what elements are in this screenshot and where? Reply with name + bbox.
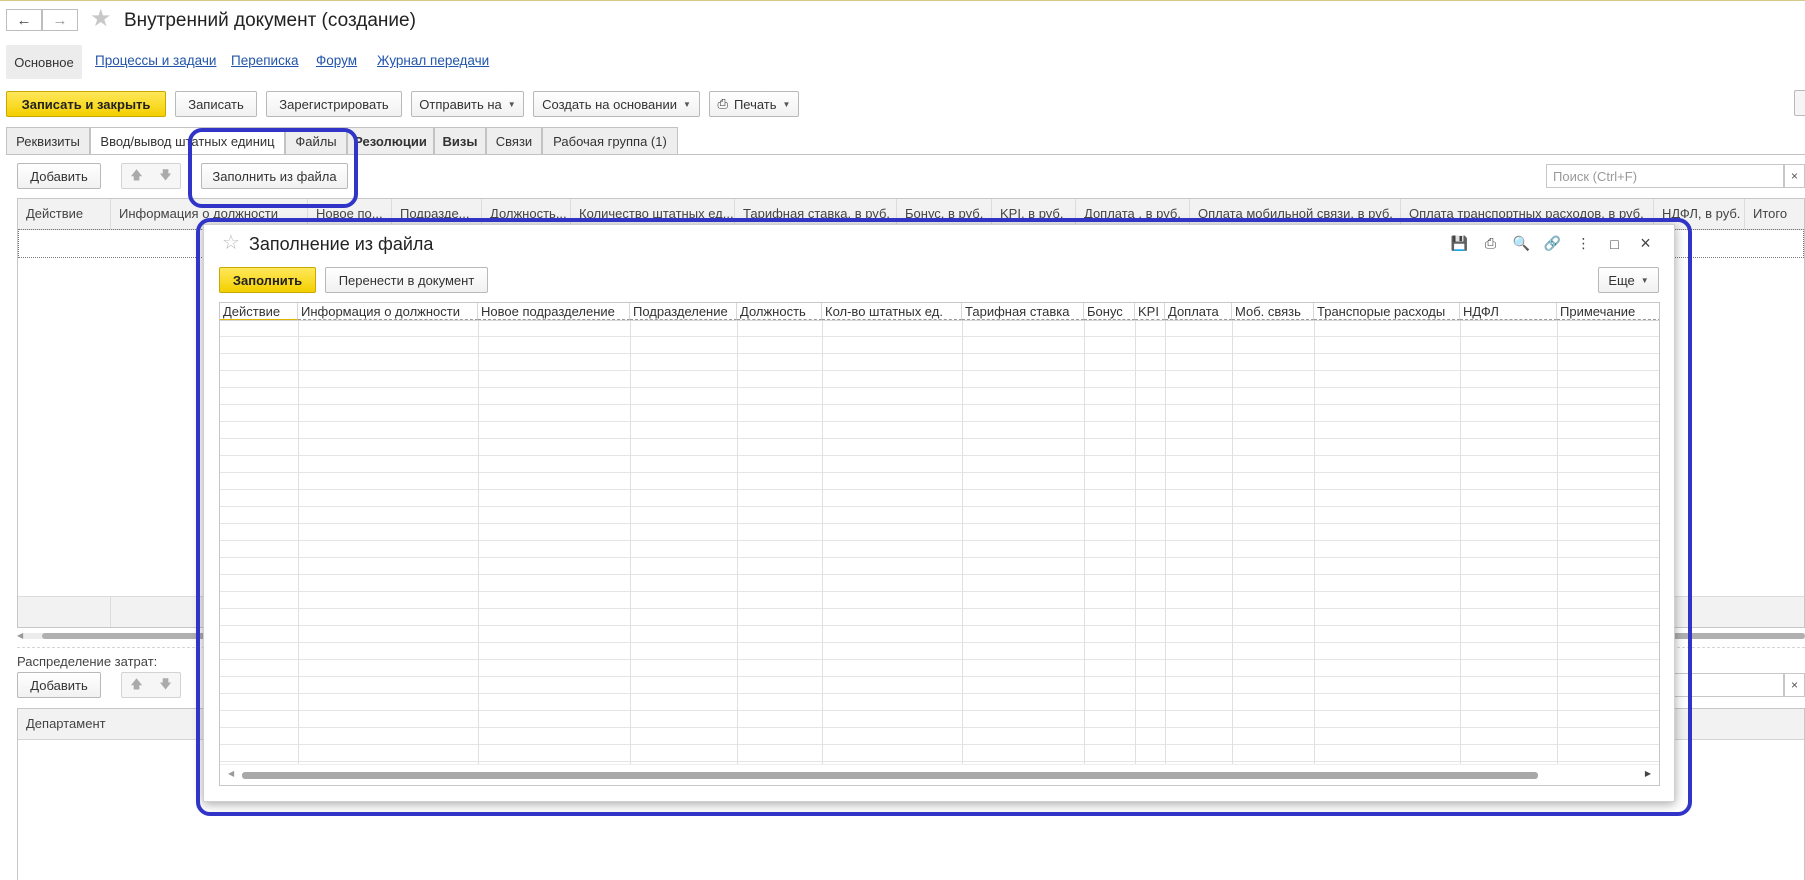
column-divider (1460, 303, 1461, 766)
star-icon[interactable]: ☆ (222, 233, 240, 253)
column-header[interactable]: Бонус (1084, 303, 1135, 320)
column-divider (630, 303, 631, 766)
column-header[interactable]: KPI (1135, 303, 1165, 320)
column-header[interactable]: Информация о должности (298, 303, 478, 320)
column-divider (1557, 303, 1558, 766)
chevron-down-icon: ▼ (682, 99, 691, 109)
column-divider (298, 303, 299, 766)
section-link-correspondence[interactable]: Переписка (231, 53, 299, 68)
tab-requisites[interactable]: Реквизиты (6, 127, 90, 154)
column-header[interactable]: Новое подразделение (478, 303, 630, 320)
link-icon[interactable]: 🔗 (1542, 233, 1563, 254)
arrow-down-icon[interactable]: 🡇 (159, 675, 171, 696)
fill-button[interactable]: Заполнить (219, 267, 316, 293)
register-button[interactable]: Зарегистрировать (266, 91, 402, 117)
move-buttons: 🡅 🡇 (121, 163, 181, 189)
tab-files[interactable]: Файлы (285, 127, 347, 154)
add-button[interactable]: Добавить (17, 163, 101, 189)
scroll-left-icon[interactable]: ◀ (228, 769, 234, 778)
section-link-forum[interactable]: Форум (316, 53, 357, 68)
clear-search-button[interactable]: × (1784, 673, 1805, 697)
column-header[interactable]: Действие (220, 303, 298, 320)
column-divider (822, 303, 823, 766)
column-divider (737, 303, 738, 766)
divider (110, 597, 111, 627)
column-header[interactable]: Должность (737, 303, 822, 320)
column-header[interactable]: Подразделение (630, 303, 737, 320)
column-divider (1232, 303, 1233, 766)
clear-search-button[interactable]: × (1784, 164, 1805, 188)
chevron-down-icon: ▼ (1640, 275, 1649, 285)
preview-icon[interactable]: 🔍 (1511, 233, 1532, 254)
column-divider (478, 303, 479, 766)
column-divider (1165, 303, 1166, 766)
column-header[interactable]: Моб. связь (1232, 303, 1314, 320)
forward-button[interactable]: → (42, 9, 78, 31)
tab-resolutions[interactable]: Резолюции (347, 127, 434, 154)
column-header[interactable]: Департамент (18, 709, 218, 739)
scroll-right-icon[interactable]: ▶ (1645, 769, 1651, 778)
more-button[interactable]: Еще ▼ (1598, 267, 1659, 293)
back-button[interactable]: ← (6, 9, 42, 31)
tab-workgroup[interactable]: Рабочая группа (1) (542, 127, 678, 154)
page-title: Внутренний документ (создание) (124, 10, 416, 31)
scrollbar-thumb[interactable] (242, 772, 1538, 779)
print-icon[interactable]: ⎙ (1480, 233, 1501, 254)
column-header[interactable]: Итого (1745, 199, 1805, 229)
section-link-processes[interactable]: Процессы и задачи (95, 53, 216, 68)
column-header[interactable]: Кол-во штатных ед. (822, 303, 962, 320)
column-divider (962, 303, 963, 766)
scroll-left-icon[interactable]: ◀ (17, 631, 23, 640)
tab-visas[interactable]: Визы (434, 127, 486, 154)
star-icon[interactable]: ★ (90, 7, 112, 31)
arrow-up-icon[interactable]: 🡅 (130, 166, 142, 187)
import-grid-rows[interactable] (220, 320, 1659, 766)
add-cost-button[interactable]: Добавить (17, 672, 101, 698)
top-border (0, 0, 1805, 1)
section-main[interactable]: Основное (6, 45, 82, 79)
column-header[interactable]: Транспорые расходы (1314, 303, 1460, 320)
column-header[interactable]: Примечание (1557, 303, 1659, 320)
column-header[interactable]: Действие (18, 199, 111, 229)
dialog-window-controls: 💾 ⎙ 🔍 🔗 ⋮ □ × (1449, 233, 1656, 254)
tab-divider (6, 154, 1805, 155)
arrow-right-icon: → (52, 11, 68, 29)
horizontal-scrollbar[interactable]: ◀ ▶ (220, 764, 1659, 785)
column-header[interactable]: Тарифная ставка (962, 303, 1084, 320)
more-actions-button[interactable] (1794, 90, 1805, 116)
import-grid[interactable]: Действие Информация о должности Новое по… (219, 302, 1660, 786)
move-buttons: 🡅 🡇 (121, 672, 181, 698)
create-based-button[interactable]: Создать на основании ▼ (533, 91, 700, 117)
import-grid-header: Действие Информация о должности Новое по… (220, 303, 1659, 321)
column-divider (1135, 303, 1136, 766)
save-button[interactable]: Записать (175, 91, 257, 117)
dialog-title: Заполнение из файла (249, 234, 434, 254)
printer-icon: ⎙ (717, 96, 728, 111)
maximize-icon[interactable]: □ (1604, 233, 1625, 254)
fill-from-file-dialog: ☆ Заполнение из файла 💾 ⎙ 🔍 🔗 ⋮ □ × Запо… (203, 224, 1675, 802)
cost-allocation-label: Распределение затрат: (17, 654, 158, 669)
column-divider (1084, 303, 1085, 766)
fill-from-file-button[interactable]: Заполнить из файла (201, 163, 348, 189)
arrow-left-icon: ← (16, 11, 32, 29)
arrow-down-icon[interactable]: 🡇 (159, 166, 171, 187)
save-icon[interactable]: 💾 (1449, 233, 1470, 254)
move-to-document-button[interactable]: Перенести в документ (325, 267, 488, 293)
chevron-down-icon: ▼ (507, 99, 516, 109)
send-to-button[interactable]: Отправить на ▼ (411, 91, 524, 117)
column-header[interactable]: Доплата (1165, 303, 1232, 320)
section-link-journal[interactable]: Журнал передачи (377, 53, 489, 68)
more-icon[interactable]: ⋮ (1573, 233, 1594, 254)
save-and-close-button[interactable]: Записать и закрыть (6, 91, 166, 117)
chevron-down-icon: ▼ (782, 99, 791, 109)
arrow-up-icon[interactable]: 🡅 (130, 675, 142, 696)
close-icon[interactable]: × (1635, 233, 1656, 254)
tab-links[interactable]: Связи (486, 127, 542, 154)
print-button[interactable]: ⎙ Печать ▼ (709, 91, 799, 117)
search-input[interactable]: Поиск (Ctrl+F) (1546, 164, 1784, 188)
column-header[interactable]: НДФЛ (1460, 303, 1557, 320)
tab-staff-io[interactable]: Ввод/вывод штатных единиц (90, 127, 285, 155)
column-divider (1314, 303, 1315, 766)
